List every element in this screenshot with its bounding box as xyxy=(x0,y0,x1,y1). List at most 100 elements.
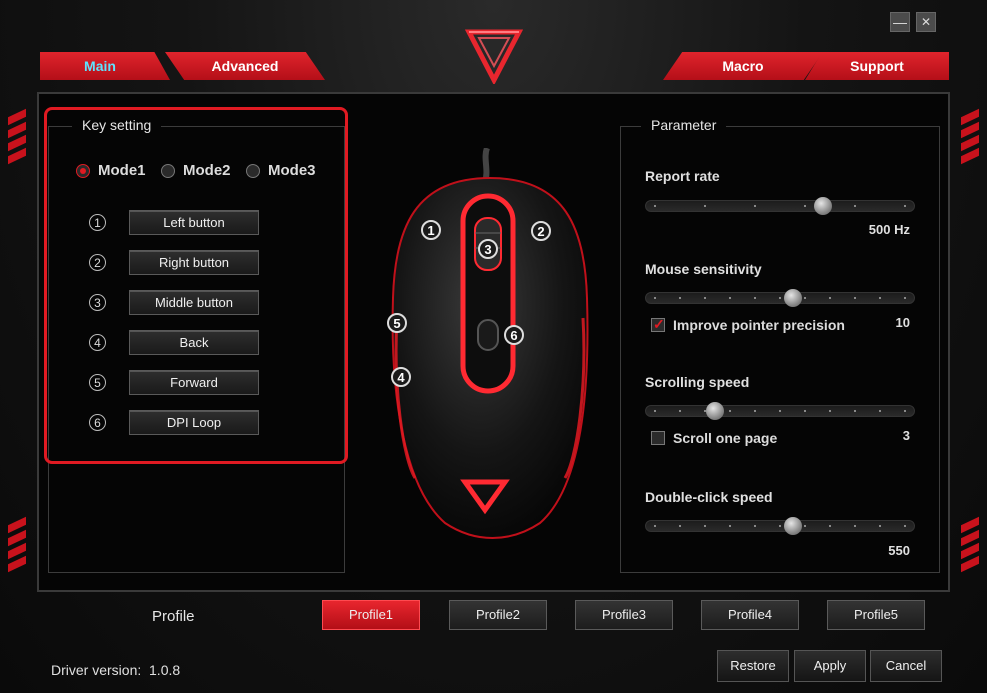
slider-tick xyxy=(879,410,881,412)
scrolling-speed-value: 3 xyxy=(902,428,910,443)
slider-tick xyxy=(804,205,806,207)
slider-tick xyxy=(904,205,906,207)
mode3-label: Mode3 xyxy=(268,162,316,179)
slider-tick xyxy=(754,525,756,527)
checkbox-box xyxy=(651,316,665,333)
radio-dot xyxy=(246,163,260,178)
slider-thumb[interactable] xyxy=(813,197,832,215)
slider-tick xyxy=(879,297,881,299)
slider-tick xyxy=(654,297,656,299)
slider-tick xyxy=(654,205,656,207)
slider-tick xyxy=(779,410,781,412)
apply-button[interactable]: Apply xyxy=(794,650,866,682)
double-click-speed-value: 550 xyxy=(888,543,910,558)
profile-label: Profile xyxy=(152,608,195,625)
mode2-radio[interactable]: Mode2 xyxy=(161,162,231,179)
dpi-loop-assign[interactable]: DPI Loop xyxy=(129,410,259,435)
key-number-1: 1 xyxy=(89,214,106,231)
mouse-marker-2: 2 xyxy=(531,221,551,241)
tab-macro[interactable]: Macro xyxy=(663,52,823,80)
double-click-speed-label: Double-click speed xyxy=(645,489,773,505)
slider-tick xyxy=(829,410,831,412)
mouse-sensitivity-slider[interactable] xyxy=(645,289,915,307)
slider-tick xyxy=(854,525,856,527)
mode1-radio[interactable]: Mode1 xyxy=(76,162,146,179)
slider-thumb[interactable] xyxy=(706,402,724,420)
middle-button-assign[interactable]: Middle button xyxy=(129,290,259,315)
slider-tick xyxy=(704,297,706,299)
mouse-marker-1: 1 xyxy=(421,220,441,240)
mouse-sensitivity-value: 10 xyxy=(895,315,910,330)
slider-tick xyxy=(904,410,906,412)
slider-tick xyxy=(654,410,656,412)
slider-tick xyxy=(854,297,856,299)
parameter-group xyxy=(620,126,940,573)
mouse-illustration xyxy=(391,148,589,539)
mouse-marker-3: 3 xyxy=(478,239,498,259)
slider-tick xyxy=(879,525,881,527)
tab-main[interactable]: Main xyxy=(40,52,170,80)
profile4-button[interactable]: Profile4 xyxy=(701,600,799,630)
driver-version: Driver version: 1.0.8 xyxy=(51,662,181,678)
slider-tick xyxy=(729,525,731,527)
mode3-radio[interactable]: Mode3 xyxy=(246,162,316,179)
restore-button[interactable]: Restore xyxy=(717,650,789,682)
forward-button-assign[interactable]: Forward xyxy=(129,370,259,395)
slider-tick xyxy=(679,525,681,527)
scrolling-speed-label: Scrolling speed xyxy=(645,374,750,390)
slider-thumb[interactable] xyxy=(783,289,802,307)
improve-precision-checkbox[interactable]: Improve pointer precision xyxy=(651,316,845,333)
slider-tick xyxy=(904,525,906,527)
mouse-marker-5: 5 xyxy=(387,313,407,333)
tab-main-label: Main xyxy=(84,58,116,74)
scrolling-speed-slider[interactable] xyxy=(645,402,915,420)
slider-thumb[interactable] xyxy=(783,517,802,535)
profile3-button[interactable]: Profile3 xyxy=(575,600,673,630)
slider-tick xyxy=(654,525,656,527)
tab-advanced[interactable]: Advanced xyxy=(165,52,325,80)
mouse-driver-window: — ✕ Main Advanced Macro Support Key sett… xyxy=(0,0,987,693)
back-button-assign[interactable]: Back xyxy=(129,330,259,355)
key-setting-title: Key setting xyxy=(72,117,162,133)
scroll-one-page-label: Scroll one page xyxy=(673,430,778,446)
key-number-3: 3 xyxy=(89,294,106,311)
double-click-speed-slider[interactable] xyxy=(645,517,915,535)
slider-tick xyxy=(829,297,831,299)
tab-advanced-label: Advanced xyxy=(211,58,279,74)
mode2-label: Mode2 xyxy=(183,162,231,179)
minimize-button[interactable]: — xyxy=(890,12,910,32)
slider-tick xyxy=(779,297,781,299)
profile1-button[interactable]: Profile1 xyxy=(322,600,420,630)
slider-tick xyxy=(704,525,706,527)
slider-tick xyxy=(904,297,906,299)
key-number-2: 2 xyxy=(89,254,106,271)
report-rate-value: 500 Hz xyxy=(868,222,910,237)
profile5-button[interactable]: Profile5 xyxy=(827,600,925,630)
slider-tick xyxy=(854,410,856,412)
slider-tick xyxy=(679,297,681,299)
profile2-button[interactable]: Profile2 xyxy=(449,600,547,630)
right-button-assign[interactable]: Right button xyxy=(129,250,259,275)
mouse-marker-6: 6 xyxy=(504,325,524,345)
mouse-marker-4: 4 xyxy=(391,367,411,387)
report-rate-slider[interactable] xyxy=(645,197,915,215)
parameter-title: Parameter xyxy=(641,117,727,133)
left-top-stripes xyxy=(8,108,26,168)
slider-tick xyxy=(779,525,781,527)
slider-tick xyxy=(679,410,681,412)
cancel-button[interactable]: Cancel xyxy=(870,650,942,682)
radio-dot xyxy=(76,163,90,178)
left-button-assign[interactable]: Left button xyxy=(129,210,259,235)
tab-support[interactable]: Support xyxy=(805,52,949,80)
brand-logo-icon xyxy=(465,29,523,84)
close-button[interactable]: ✕ xyxy=(916,12,936,32)
key-number-4: 4 xyxy=(89,334,106,351)
scroll-one-page-checkbox[interactable]: Scroll one page xyxy=(651,430,777,446)
key-number-6: 6 xyxy=(89,414,106,431)
slider-tick xyxy=(704,205,706,207)
slider-tick xyxy=(754,297,756,299)
checkbox-box xyxy=(651,431,665,445)
mouse-sensitivity-label: Mouse sensitivity xyxy=(645,261,762,277)
mode1-label: Mode1 xyxy=(98,162,146,179)
slider-tick xyxy=(754,410,756,412)
